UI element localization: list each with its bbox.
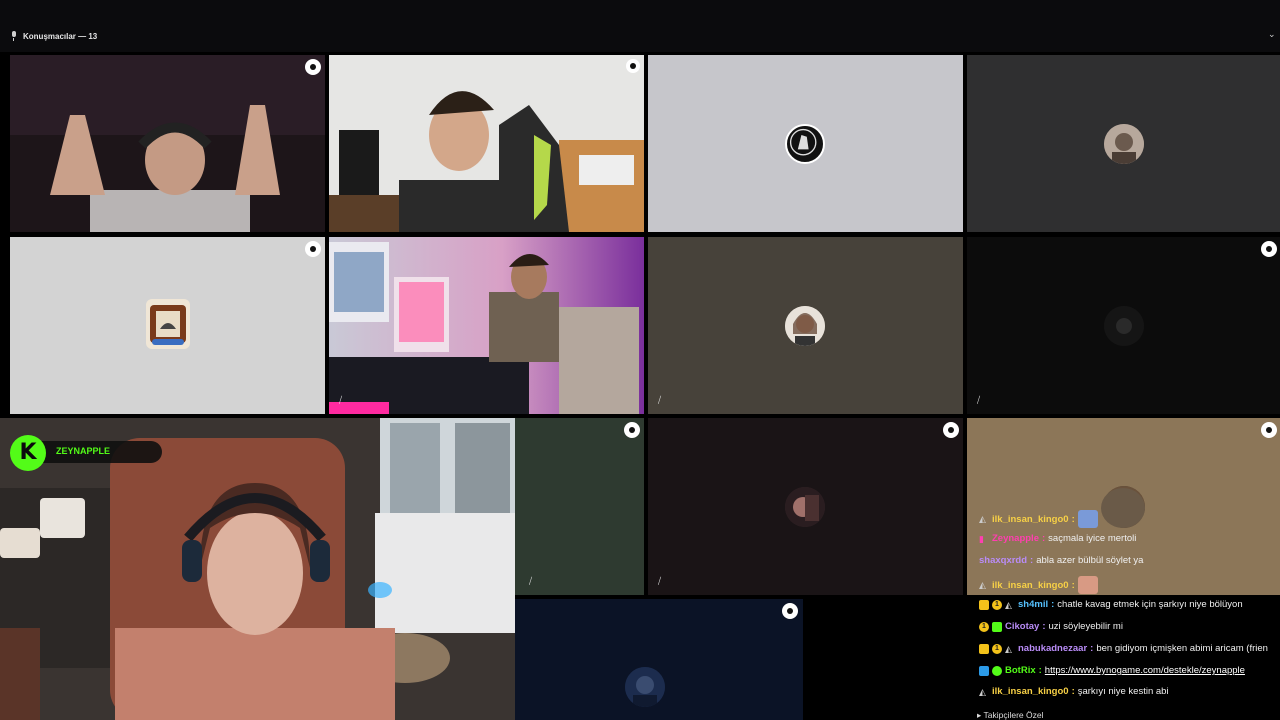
chat-message: 1 Cikotay: uzi söyleyebilir mi — [979, 621, 1123, 632]
chat-text: ben gidiyom içmişken abimi aricam (frien — [1096, 643, 1268, 654]
emote-icon — [1100, 488, 1145, 528]
sub-icon: 1 — [992, 643, 1002, 654]
speaker-tile-10[interactable]: ⧸ — [648, 418, 963, 595]
gift-icon — [992, 621, 1002, 632]
speaker-tile-4[interactable] — [967, 55, 1280, 232]
speaker-tile-6[interactable]: ⧸ — [329, 237, 644, 414]
chat-message: ◭ ilk_insan_kingo0: — [979, 576, 1098, 594]
speakers-label: Konuşmacılar — 13 — [23, 31, 98, 41]
settings-icon[interactable] — [305, 241, 321, 257]
chat-username: nabukadnezaar — [1018, 643, 1088, 654]
chat-text: uzi söyleyebilir mi — [1048, 621, 1123, 632]
chat-username: ilk_insan_kingo0 — [992, 686, 1069, 697]
bot-icon — [979, 665, 989, 676]
mic-off-icon: ⧸ — [529, 576, 533, 586]
chat-username: sh4mil — [1018, 599, 1049, 610]
chat-message: ◭ ilk_insan_kingo0: şarkıyı niye kestin … — [979, 686, 1169, 697]
settings-icon[interactable] — [1261, 422, 1277, 438]
emote-icon — [1077, 510, 1098, 528]
streamer-camera: ZEYNAPPLE K — [0, 418, 515, 720]
chevron-down-icon[interactable]: ⌄ — [1268, 29, 1278, 39]
chat-message: ▮ Zeynapple: saçmala iyice mertoli — [979, 533, 1137, 544]
kick-logo-icon: K — [10, 435, 46, 471]
avatar — [1104, 124, 1144, 164]
chat-message: 1 ◭ sh4mil: chatle kavag etmek için şark… — [979, 599, 1243, 610]
avatar — [1104, 306, 1144, 346]
speaker-tile-5[interactable] — [10, 237, 325, 414]
chat-message: ◭ ilk_insan_kingo0: — [979, 488, 1145, 528]
mic-off-icon: ⧸ — [658, 395, 662, 405]
speakers-header: Konuşmacılar — 13 — [10, 31, 97, 41]
mic-off-icon: ⧸ — [658, 576, 662, 586]
settings-icon[interactable] — [1261, 241, 1277, 257]
chat-overlay: ◭ ilk_insan_kingo0: ▮ Zeynapple: saçmala… — [975, 488, 1280, 720]
speaker-tile-2[interactable] — [329, 55, 644, 232]
streamer-badge: ZEYNAPPLE K — [10, 435, 162, 471]
verified-icon — [992, 665, 1002, 676]
speaker-tile-8[interactable]: ⧸ — [967, 237, 1280, 414]
settings-icon[interactable] — [626, 59, 640, 73]
chat-text: abla azer bülbül söylet ya — [1036, 555, 1144, 566]
speaker-tile-3[interactable] — [648, 55, 963, 232]
emote-icon — [1077, 576, 1098, 594]
lock-icon: ▸ — [977, 710, 982, 720]
og-icon: ◭ — [979, 580, 986, 590]
settings-icon[interactable] — [305, 59, 321, 75]
video-feed — [10, 55, 325, 232]
video-feed — [329, 55, 644, 232]
settings-icon[interactable] — [624, 422, 640, 438]
settings-icon[interactable] — [782, 603, 798, 619]
chat-text: şarkıyı niye kestin abi — [1077, 686, 1169, 697]
og-icon: ◭ — [1005, 643, 1012, 654]
avatar — [625, 667, 665, 707]
speaker-tile-1[interactable] — [10, 55, 325, 232]
sub-icon: 1 — [992, 599, 1002, 610]
avatar — [785, 124, 825, 164]
og-icon: ◭ — [979, 514, 986, 524]
mic-icon: ▮ — [979, 533, 984, 544]
chat-text: saçmala iyice mertoli — [1048, 533, 1137, 544]
chat-link[interactable]: https://www.bynogame.com/destekle/zeynap… — [1045, 665, 1245, 676]
mic-off-icon: ⧸ — [339, 395, 343, 405]
chat-message: BotRix: https://www.bynogame.com/destekl… — [979, 665, 1245, 676]
chat-username: Cikotay — [1005, 621, 1040, 632]
avatar — [146, 299, 190, 349]
chat-text: chatle kavag etmek için şarkıyı niye böl… — [1057, 599, 1243, 610]
og-icon: ◭ — [1005, 599, 1012, 610]
sub-icon: 1 — [979, 621, 989, 632]
chat-message: shaxqxrdd: abla azer bülbül söylet ya — [979, 555, 1144, 566]
crown-icon — [979, 643, 989, 654]
avatar — [785, 306, 825, 346]
mic-icon — [10, 31, 17, 41]
crown-icon — [979, 599, 989, 610]
chat-username: Zeynapple — [992, 533, 1039, 544]
speaker-tile-7[interactable]: ⧸ — [648, 237, 963, 414]
speaker-tile-12[interactable] — [515, 599, 803, 720]
top-bar: Konuşmacılar — 13 ⌄ — [0, 0, 1280, 52]
avatar — [785, 487, 825, 527]
followers-only-label: ▸ Takipçilere Özel — [977, 710, 1044, 720]
streamer-name: ZEYNAPPLE — [56, 446, 111, 456]
streamer-name-box: ZEYNAPPLE — [34, 441, 162, 463]
settings-icon[interactable] — [943, 422, 959, 438]
chat-message: 1 ◭ nabukadnezaar: ben gidiyom içmişken … — [979, 643, 1268, 654]
speaker-tile-9[interactable]: ⧸ — [515, 418, 644, 595]
chat-username: ilk_insan_kingo0 — [992, 513, 1069, 525]
mic-off-icon: ⧸ — [977, 395, 981, 405]
chat-username: ilk_insan_kingo0 — [992, 579, 1069, 591]
followers-only-text: Takipçilere Özel — [983, 710, 1044, 720]
video-feed — [329, 237, 644, 414]
chat-username: shaxqxrdd — [979, 555, 1028, 566]
chat-username: BotRix — [1005, 665, 1036, 676]
og-icon: ◭ — [979, 686, 986, 697]
